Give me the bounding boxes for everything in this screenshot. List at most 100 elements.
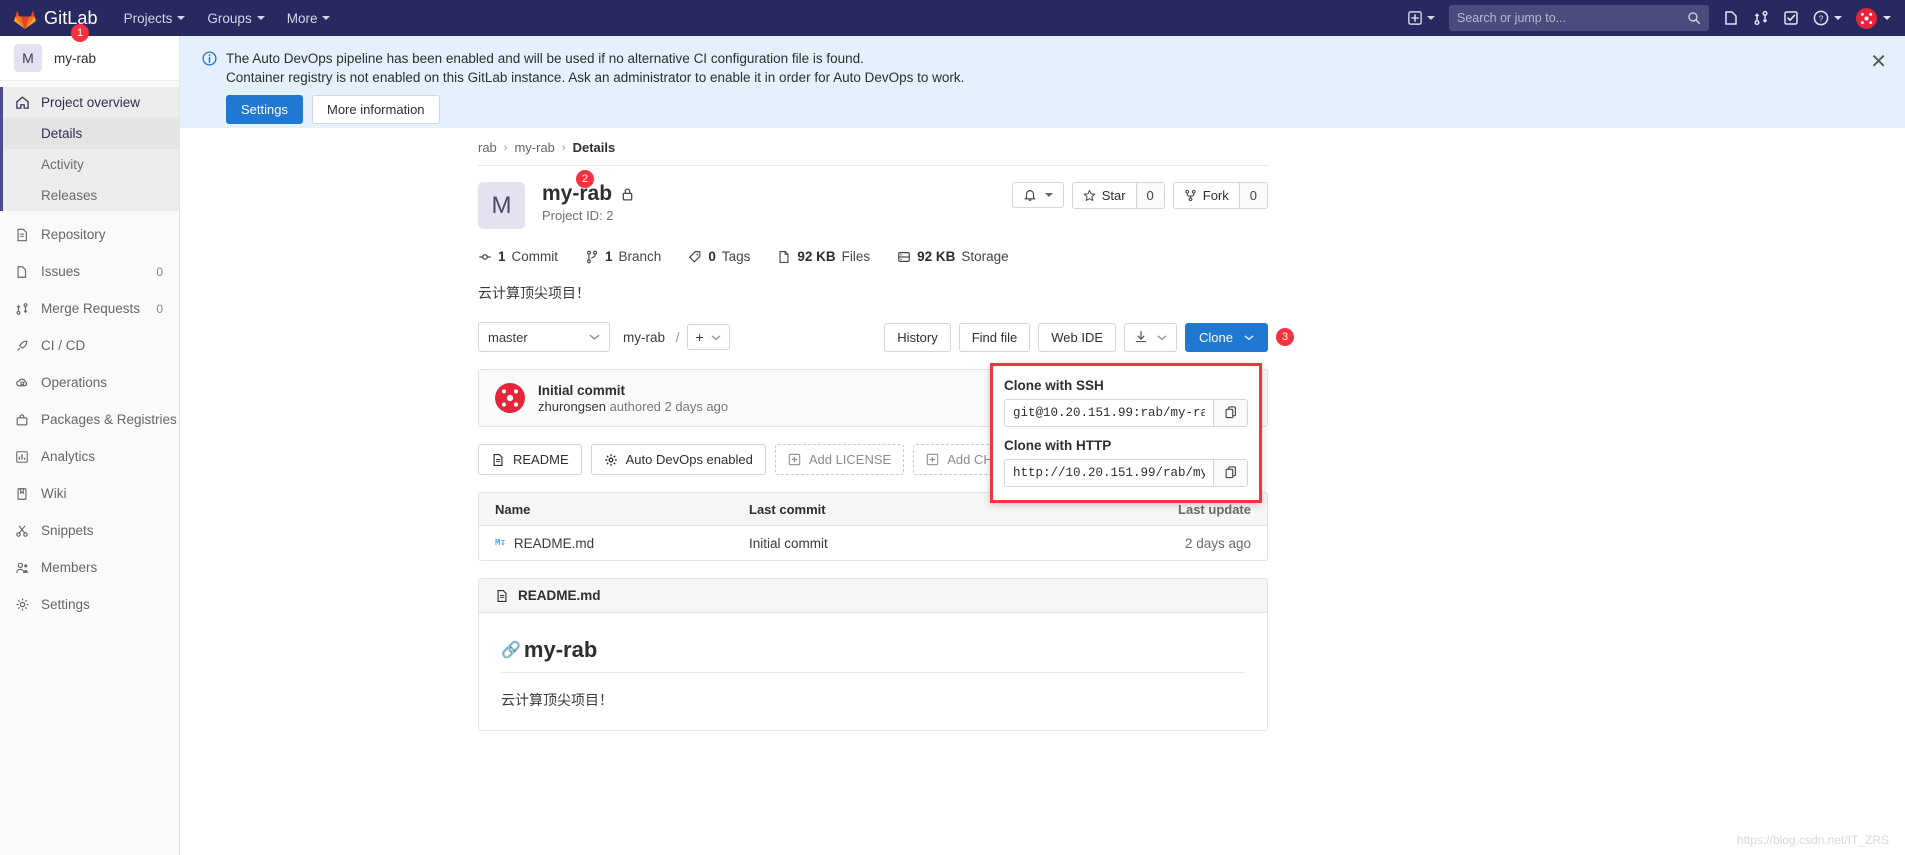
clone-button[interactable]: Clone bbox=[1185, 322, 1268, 352]
sidebar-item-analytics[interactable]: Analytics bbox=[0, 441, 179, 472]
more-information-button[interactable]: More information bbox=[311, 95, 440, 124]
fork-icon bbox=[1184, 189, 1197, 202]
notification-dropdown[interactable] bbox=[1011, 182, 1064, 208]
issues-icon[interactable] bbox=[1723, 10, 1739, 26]
breadcrumb-project[interactable]: my-rab bbox=[514, 140, 554, 155]
chevron-down-icon bbox=[256, 16, 265, 20]
fork-count[interactable]: 0 bbox=[1238, 183, 1267, 208]
stat-commits[interactable]: 1 Commit bbox=[478, 249, 558, 264]
rocket-icon bbox=[14, 339, 30, 353]
repo-toolbar: master my-rab / + History Find file Web … bbox=[478, 322, 1294, 503]
clone-http-input[interactable] bbox=[1005, 459, 1213, 486]
auto-devops-button[interactable]: Auto DevOps enabled bbox=[590, 444, 766, 475]
sidebar-item-label: Wiki bbox=[41, 486, 67, 501]
sidebar-item-details[interactable]: Details bbox=[0, 118, 179, 149]
star-button[interactable]: Star bbox=[1073, 183, 1136, 208]
chevron-down-icon bbox=[177, 16, 186, 20]
help-icon[interactable]: ? bbox=[1813, 10, 1842, 26]
todos-icon[interactable] bbox=[1783, 10, 1799, 26]
sidebar-item-label: CI / CD bbox=[41, 338, 86, 353]
sidebar-project-avatar: M bbox=[14, 44, 42, 72]
link-icon[interactable]: 🔗 bbox=[501, 640, 521, 660]
scissors-icon bbox=[14, 524, 30, 538]
find-file-button[interactable]: Find file bbox=[958, 322, 1031, 352]
sidebar-project-header[interactable]: M my-rab bbox=[0, 36, 179, 81]
stat-value: 1 bbox=[498, 249, 506, 264]
web-ide-button[interactable]: Web IDE bbox=[1038, 322, 1117, 352]
clone-ssh-input[interactable] bbox=[1005, 399, 1213, 426]
project-stats: 1 Commit 1 Branch 0 Tags 92 KB Files 92 … bbox=[478, 249, 1268, 264]
sidebar-item-operations[interactable]: Operations bbox=[0, 367, 179, 398]
sidebar-item-project-overview[interactable]: Project overview bbox=[0, 87, 179, 118]
plus-square-icon bbox=[1408, 11, 1422, 25]
star-count[interactable]: 0 bbox=[1135, 183, 1164, 208]
top-nav-right-group: Search or jump to... ? bbox=[1408, 5, 1891, 31]
history-button[interactable]: History bbox=[884, 322, 951, 352]
fork-button[interactable]: Fork bbox=[1174, 183, 1239, 208]
sidebar-item-repository[interactable]: Repository bbox=[0, 219, 179, 250]
new-item-button[interactable] bbox=[1408, 11, 1435, 25]
issues-icon bbox=[14, 265, 30, 279]
stat-value: 92 KB bbox=[917, 249, 956, 264]
chevron-down-icon bbox=[1883, 16, 1891, 20]
stat-files[interactable]: 92 KB Files bbox=[777, 249, 870, 264]
readme-button[interactable]: README bbox=[478, 444, 582, 475]
clone-http-label: Clone with HTTP bbox=[1004, 437, 1112, 453]
nav-item-projects[interactable]: Projects bbox=[124, 11, 186, 26]
sidebar-item-settings[interactable]: Settings bbox=[0, 589, 179, 620]
stat-tags[interactable]: 0 Tags bbox=[688, 249, 750, 264]
sidebar-subnav-project-overview: Details Activity Releases bbox=[0, 118, 179, 211]
commit-title[interactable]: Initial commit bbox=[538, 383, 728, 398]
sidebar-item-activity[interactable]: Activity bbox=[0, 149, 179, 180]
nav-item-more-label: More bbox=[286, 10, 318, 26]
sidebar-item-label: Repository bbox=[41, 227, 106, 242]
files-icon bbox=[779, 250, 789, 263]
gitlab-fox-icon bbox=[14, 10, 36, 29]
sidebar-item-packages-registries[interactable]: Packages & Registries bbox=[0, 404, 179, 435]
sidebar-item-releases[interactable]: Releases bbox=[0, 180, 179, 211]
annotation-badge-3: 3 bbox=[1276, 327, 1294, 346]
download-button[interactable] bbox=[1124, 322, 1178, 352]
chevron-down-icon bbox=[589, 333, 600, 341]
alert-content: The Auto DevOps pipeline has been enable… bbox=[226, 50, 964, 128]
copy-http-button[interactable] bbox=[1213, 459, 1247, 486]
user-menu[interactable] bbox=[1856, 7, 1891, 29]
sidebar-item-snippets[interactable]: Snippets bbox=[0, 515, 179, 546]
stat-branches[interactable]: 1 Branch bbox=[585, 249, 661, 264]
nav-item-groups[interactable]: Groups bbox=[207, 11, 265, 26]
merge-requests-icon[interactable] bbox=[1753, 10, 1769, 26]
sidebar-item-merge-requests[interactable]: Merge Requests 0 bbox=[0, 293, 179, 324]
breadcrumb-group[interactable]: rab bbox=[478, 140, 497, 155]
stat-value: 1 bbox=[605, 249, 613, 264]
chevron-down-icon bbox=[1427, 16, 1435, 20]
sidebar-item-wiki[interactable]: Wiki bbox=[0, 478, 179, 509]
sidebar-item-count: 0 bbox=[156, 301, 163, 316]
chevron-right-icon: › bbox=[561, 141, 566, 154]
branch-selector[interactable]: master bbox=[478, 322, 610, 352]
search-input[interactable]: Search or jump to... bbox=[1449, 5, 1709, 31]
add-to-repo-button[interactable]: + bbox=[686, 324, 730, 350]
chevron-down-icon bbox=[1834, 16, 1842, 20]
gear-icon bbox=[604, 453, 617, 466]
file-name-link[interactable]: README.md bbox=[514, 536, 594, 551]
search-placeholder: Search or jump to... bbox=[1457, 11, 1567, 25]
sidebar-item-ci-cd[interactable]: CI / CD bbox=[0, 330, 179, 361]
add-license-button[interactable]: Add LICENSE bbox=[774, 444, 905, 475]
commit-author[interactable]: zhurongsen bbox=[538, 399, 606, 414]
sidebar-item-members[interactable]: Members bbox=[0, 552, 179, 583]
repo-path-root[interactable]: my-rab bbox=[623, 330, 665, 345]
commit-icon bbox=[479, 253, 491, 260]
gitlab-logo[interactable]: GitLab 1 bbox=[14, 8, 98, 42]
copy-ssh-button[interactable] bbox=[1213, 399, 1247, 426]
bell-icon bbox=[1023, 188, 1037, 202]
table-row[interactable]: M↧ README.md Initial commit 2 days ago bbox=[479, 526, 1267, 560]
close-icon[interactable]: ✕ bbox=[1870, 52, 1887, 72]
settings-button[interactable]: Settings bbox=[226, 95, 303, 124]
file-last-commit-cell[interactable]: Initial commit bbox=[749, 536, 1097, 551]
commit-meta: authored 2 days ago bbox=[609, 398, 729, 414]
stat-storage[interactable]: 92 KB Storage bbox=[897, 249, 1009, 264]
sidebar-item-issues[interactable]: Issues 0 bbox=[0, 256, 179, 287]
annotation-badge-2: 2 bbox=[576, 170, 594, 188]
nav-item-more[interactable]: More bbox=[287, 11, 331, 26]
copy-icon bbox=[1225, 466, 1236, 479]
